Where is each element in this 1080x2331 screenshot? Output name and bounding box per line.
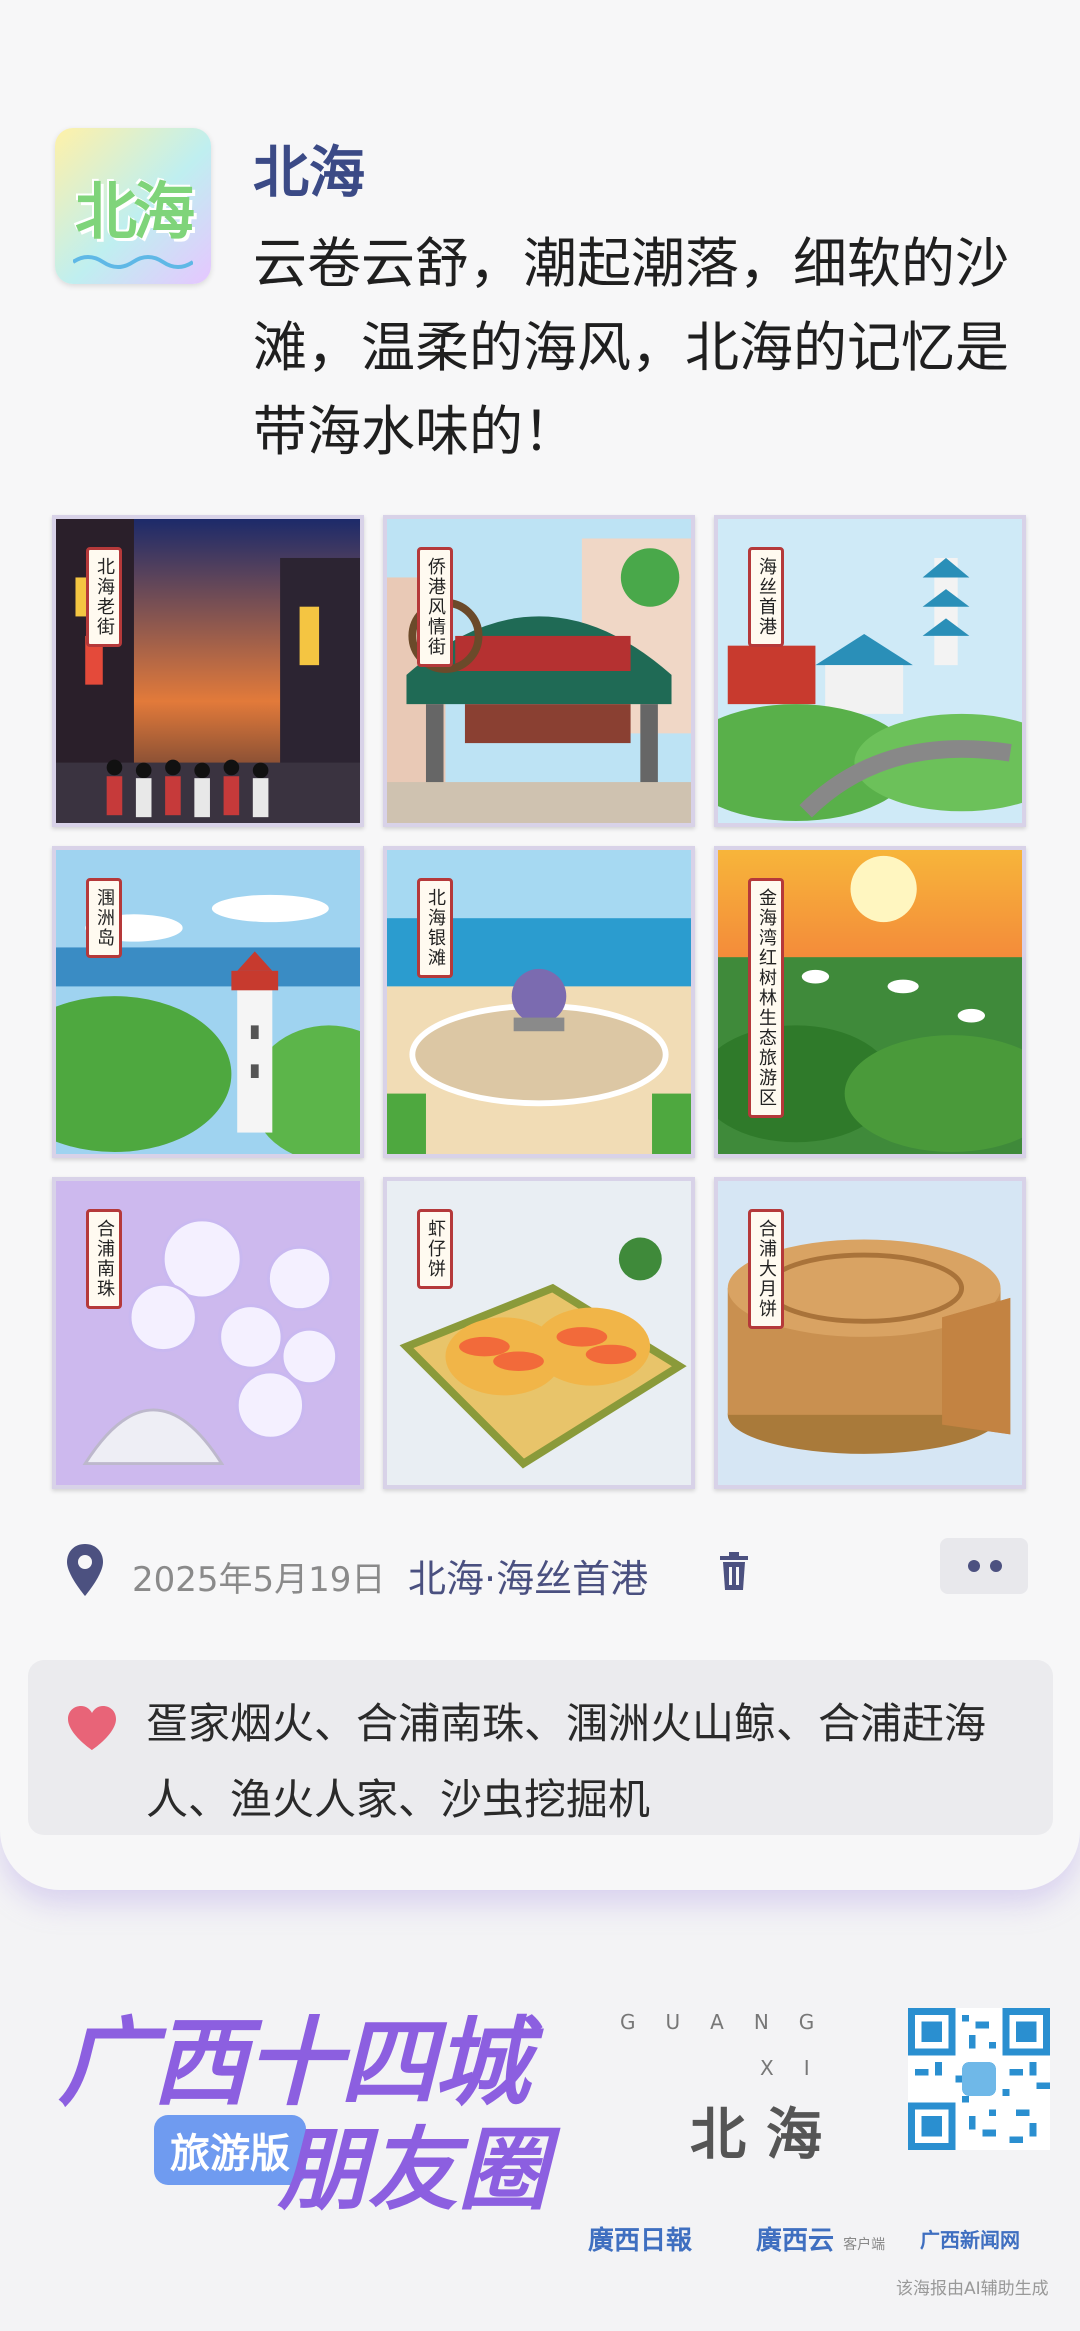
photo-grid: 北海老街 侨港风情街 海丝首港 涠洲岛 北海银滩 金海湾红树林生态旅游区 合浦南… bbox=[52, 515, 1027, 1490]
brand-line2: 朋友圈 bbox=[278, 2118, 548, 2223]
logo-guangxi-cloud: 廣西云 客户端 bbox=[756, 2220, 885, 2257]
post-date: 2025年5月19日 bbox=[132, 1560, 386, 1600]
user-name[interactable]: 北海 bbox=[253, 128, 365, 209]
photo-label: 海丝首港 bbox=[748, 547, 784, 647]
photo-tile-mooncake[interactable]: 合浦大月饼 bbox=[714, 1177, 1026, 1489]
photo-tile-haisi[interactable]: 海丝首港 bbox=[714, 515, 1026, 827]
footer: 广西十四城 旅游版 朋友圈 GUANG XI 北海 廣西日報 廣西云 客户端 广… bbox=[0, 1890, 1080, 2331]
photo-tile-mangrove[interactable]: 金海湾红树林生态旅游区 bbox=[714, 846, 1026, 1158]
more-options-button[interactable] bbox=[940, 1538, 1028, 1594]
guangxi-letters: GUANG XI bbox=[620, 2010, 890, 2080]
photo-tile-pearls[interactable]: 合浦南珠 bbox=[52, 1177, 364, 1489]
photo-label: 侨港风情街 bbox=[417, 547, 453, 667]
logo-gxnews: 广西新闻网 bbox=[920, 2228, 1020, 2252]
meta-row: 2025年5月19日 北海·海丝首港 bbox=[60, 1538, 1030, 1610]
guangxi-row1: GUANG bbox=[620, 2010, 845, 2034]
photo-label: 北海银滩 bbox=[417, 878, 453, 978]
avatar[interactable]: 北海 bbox=[55, 128, 211, 284]
publisher-logos: 廣西日報 廣西云 客户端 广西新闻网 bbox=[580, 2220, 1060, 2260]
ai-note: 该海报由AI辅助生成 bbox=[896, 2279, 1049, 2299]
location-pin-icon bbox=[67, 1544, 103, 1596]
trash-icon[interactable] bbox=[716, 1550, 752, 1592]
photo-label: 北海老街 bbox=[86, 547, 122, 647]
heart-icon bbox=[68, 1706, 116, 1750]
dot-icon bbox=[990, 1560, 1002, 1572]
photo-tile-old-street[interactable]: 北海老街 bbox=[52, 515, 364, 827]
city-name: 北海 bbox=[690, 2102, 842, 2168]
avatar-text: 北海 bbox=[74, 175, 195, 248]
logo-guangxi-daily: 廣西日報 bbox=[588, 2226, 693, 2256]
photo-label: 合浦大月饼 bbox=[748, 1209, 784, 1329]
dot-icon bbox=[968, 1560, 980, 1572]
location-link[interactable]: 北海·海丝首港 bbox=[408, 1548, 648, 1603]
photo-tile-shrimp-cake[interactable]: 虾仔饼 bbox=[383, 1177, 695, 1489]
wave-icon bbox=[73, 255, 193, 269]
guangxi-row2: XI bbox=[760, 2056, 840, 2080]
photo-tile-qiaogang[interactable]: 侨港风情街 bbox=[383, 515, 695, 827]
likes-panel: 疍家烟火、合浦南珠、涠洲火山鲸、合浦赶海人、渔火人家、沙虫挖掘机 bbox=[28, 1660, 1053, 1835]
photo-label: 金海湾红树林生态旅游区 bbox=[748, 878, 784, 1118]
post-text: 云卷云舒，潮起潮落，细软的沙滩，温柔的海风，北海的记忆是带海水味的！ bbox=[253, 232, 1009, 463]
logo-guangxi-cloud-text: 廣西云 bbox=[756, 2226, 835, 2256]
brand-logo: 广西十四城 旅游版 朋友圈 bbox=[58, 1985, 578, 2223]
photo-tile-weizhou[interactable]: 涠洲岛 bbox=[52, 846, 364, 1158]
photo-label: 虾仔饼 bbox=[417, 1209, 453, 1289]
qr-code[interactable] bbox=[908, 2008, 1050, 2150]
photo-tile-yintan[interactable]: 北海银滩 bbox=[383, 846, 695, 1158]
likes-text: 疍家烟火、合浦南珠、涠洲火山鲸、合浦赶海人、渔火人家、沙虫挖掘机 bbox=[146, 1699, 987, 1824]
photo-label: 合浦南珠 bbox=[86, 1209, 122, 1309]
photo-label: 涠洲岛 bbox=[86, 878, 122, 958]
moments-card: 北海 北海 云卷云舒，潮起潮落，细软的沙滩，温柔的海风，北海的记忆是带海水味的！ bbox=[0, 0, 1080, 1890]
logo-guangxi-cloud-sub: 客户端 bbox=[843, 2237, 886, 2253]
